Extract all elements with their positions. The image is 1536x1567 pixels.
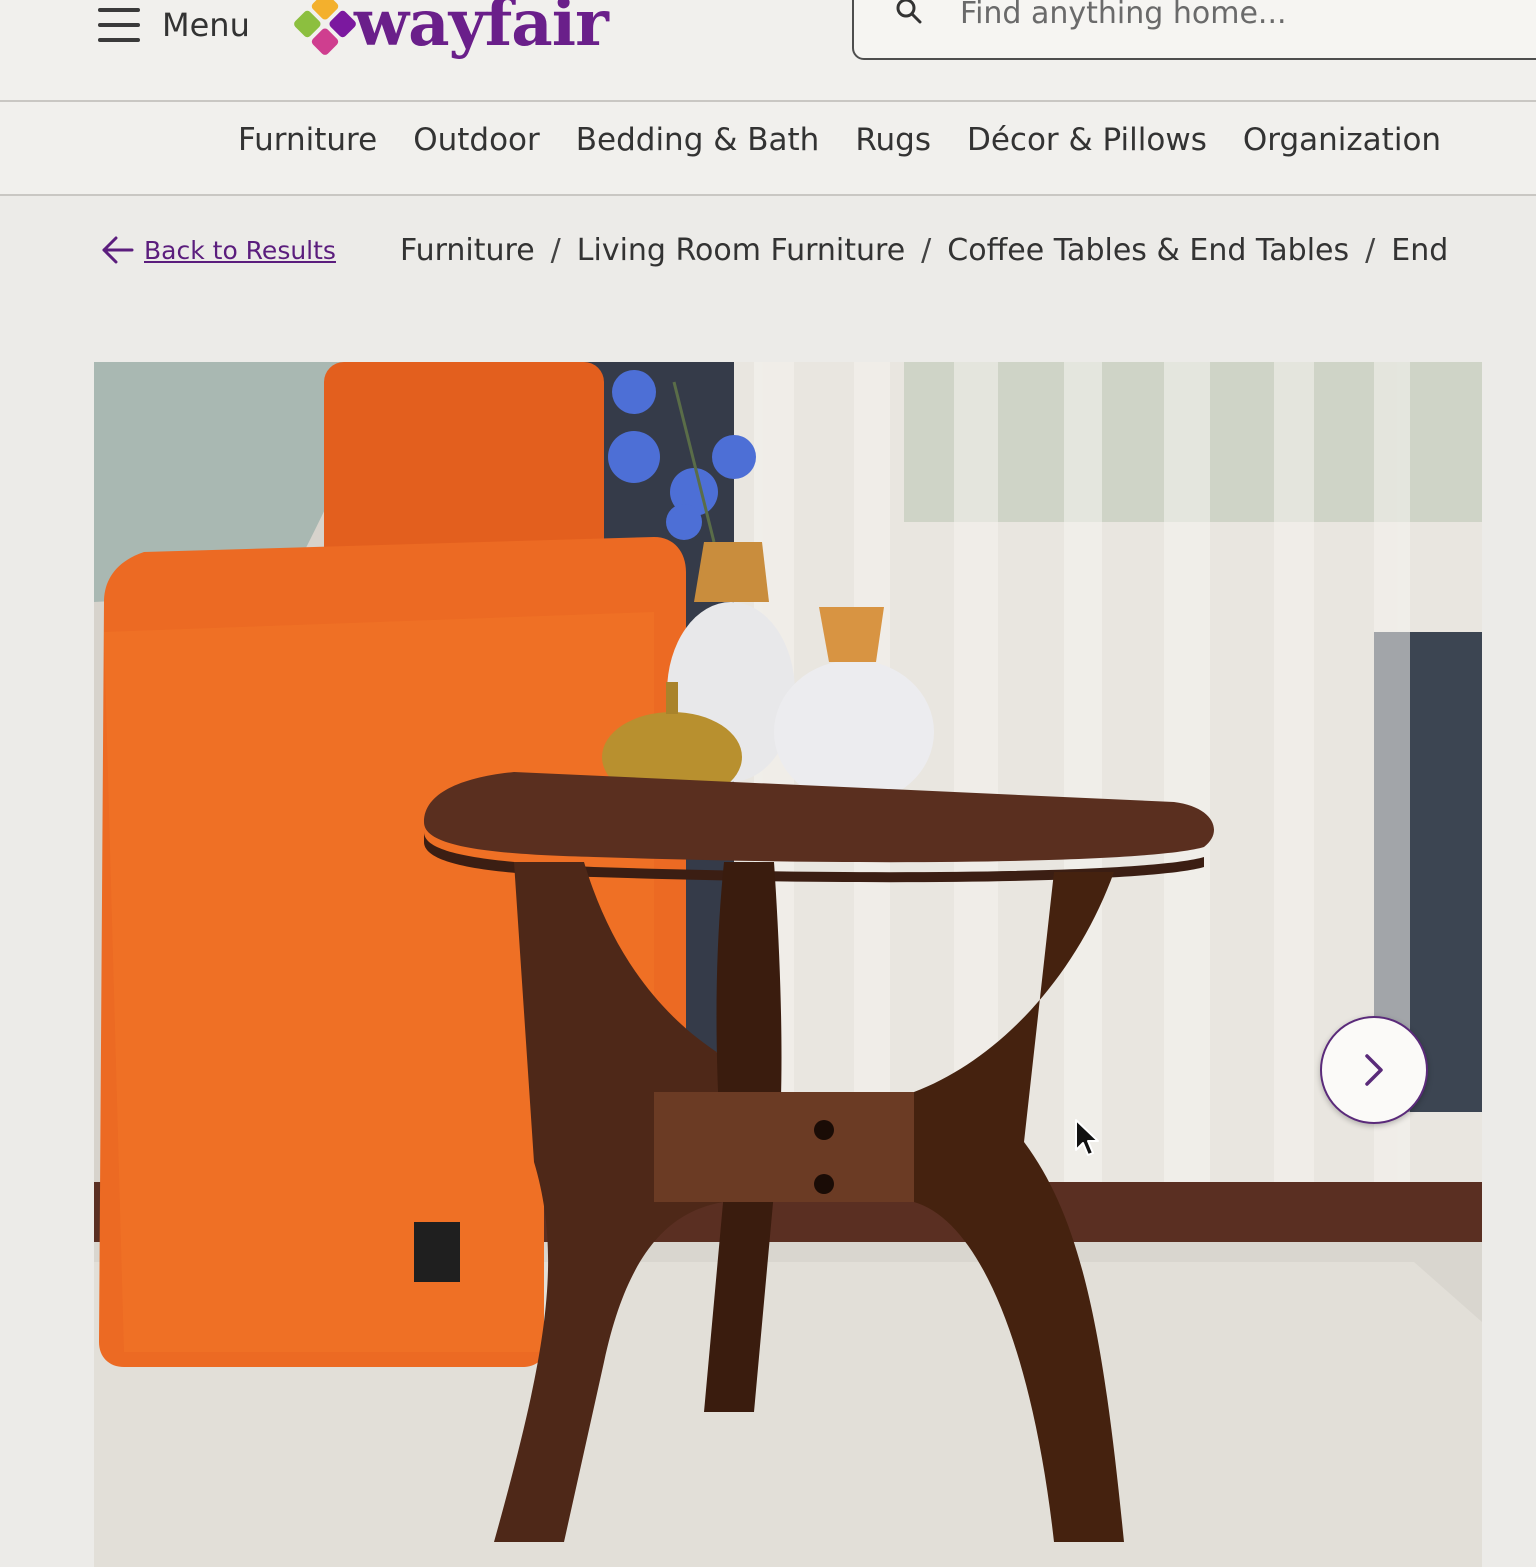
product-image-gallery[interactable] (94, 362, 1482, 1567)
breadcrumb-item-living-room-furniture[interactable]: Living Room Furniture (577, 233, 905, 268)
product-image (94, 362, 1482, 1567)
back-arrow-icon (102, 236, 134, 264)
nav-item-rugs[interactable]: Rugs (855, 122, 931, 158)
breadcrumb-item-furniture[interactable]: Furniture (400, 233, 535, 268)
logo-text: wayfair (354, 0, 609, 61)
nav-item-outdoor[interactable]: Outdoor (413, 122, 540, 158)
search-bar[interactable] (852, 0, 1536, 60)
nav-item-bedding-bath[interactable]: Bedding & Bath (576, 122, 820, 158)
nav-item-decor-pillows[interactable]: Décor & Pillows (967, 122, 1207, 158)
search-input[interactable] (958, 0, 1522, 34)
logo-mark-icon (292, 0, 358, 57)
menu-button[interactable]: Menu (98, 6, 250, 44)
breadcrumb: Back to Results Furniture / Living Room … (100, 222, 1536, 278)
back-to-results-link[interactable]: Back to Results (100, 234, 336, 266)
search-icon[interactable] (896, 0, 922, 24)
nav-item-organization[interactable]: Organization (1243, 122, 1441, 158)
back-to-results-label: Back to Results (144, 235, 336, 265)
breadcrumb-separator: / (1365, 232, 1376, 268)
wayfair-logo[interactable]: wayfair (292, 0, 609, 61)
menu-label: Menu (162, 6, 250, 44)
next-image-button[interactable] (1320, 1016, 1428, 1124)
breadcrumb-separator: / (550, 232, 561, 268)
category-nav: Furniture Outdoor Bedding & Bath Rugs Dé… (0, 102, 1536, 196)
nav-item-furniture[interactable]: Furniture (238, 122, 377, 158)
site-header: Menu wayfair (0, 0, 1536, 102)
breadcrumb-separator: / (921, 232, 932, 268)
breadcrumb-item-coffee-end-tables[interactable]: Coffee Tables & End Tables (947, 233, 1349, 268)
menu-icon (98, 8, 140, 42)
breadcrumb-item-end-tables[interactable]: End (1391, 233, 1448, 268)
mouse-cursor-icon (1075, 1119, 1099, 1156)
chevron-right-icon (1365, 1054, 1383, 1086)
